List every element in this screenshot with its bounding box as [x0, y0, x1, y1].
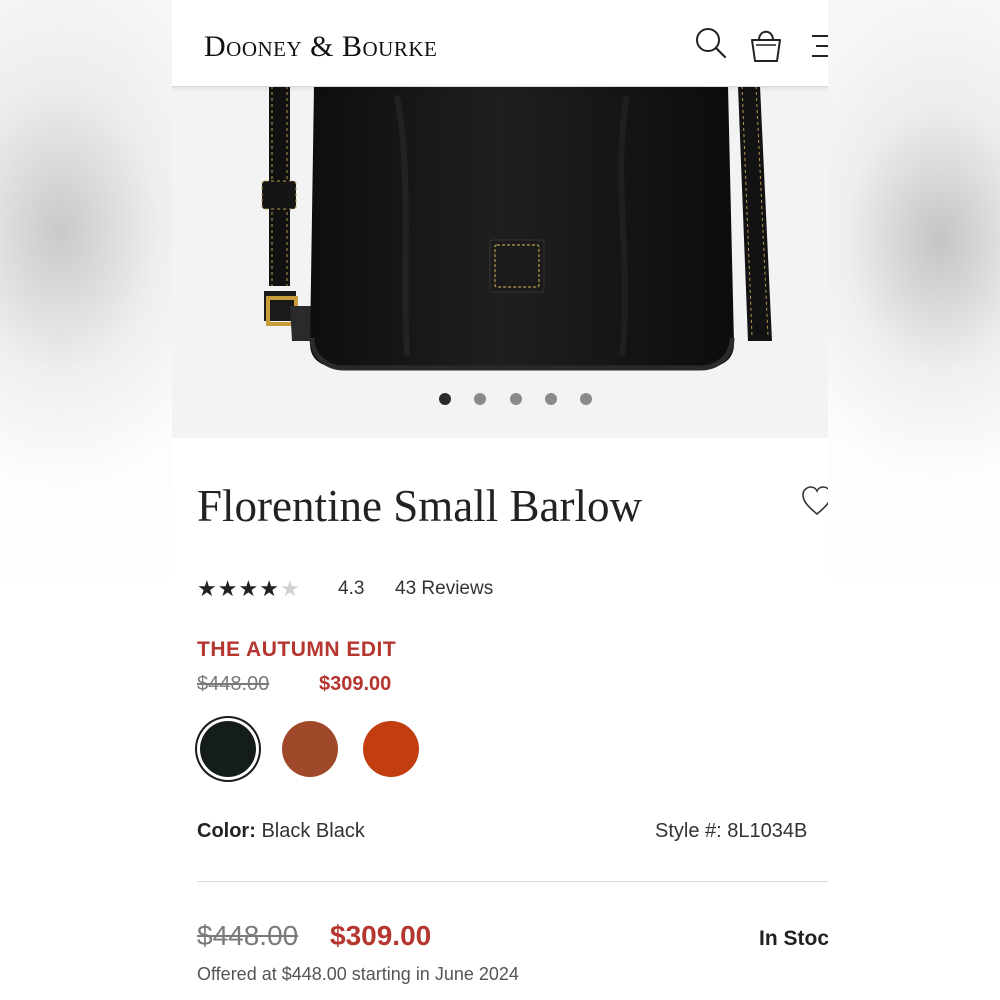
- sale-price-large: $309.00: [330, 920, 432, 951]
- star-filled-icon: ★: [217, 576, 239, 601]
- star-filled-icon: ★: [238, 576, 260, 601]
- carousel-dot[interactable]: [545, 393, 557, 405]
- style-label: Style #:: [655, 820, 722, 842]
- product-image-carousel[interactable]: [172, 86, 828, 438]
- rating-value: 4.3: [338, 578, 365, 599]
- brand-logo[interactable]: Dooney & Bourke: [204, 30, 437, 64]
- menu-icon[interactable]: [812, 34, 828, 58]
- promo-label: THE AUTUMN EDIT: [197, 638, 397, 661]
- carousel-dot[interactable]: [510, 393, 522, 405]
- carousel-dots: [172, 393, 828, 407]
- stock-status: In Stoc: [759, 927, 828, 950]
- heart-icon[interactable]: [802, 486, 828, 518]
- star-rating: ★★★★★: [197, 576, 301, 602]
- style-value: 8L1034B: [727, 820, 808, 842]
- selected-color: Color: Black Black: [197, 820, 365, 843]
- site-header: Dooney & Bourke: [172, 0, 828, 87]
- search-icon[interactable]: [694, 26, 728, 60]
- product-page: Dooney & Bourke Florentine Small Barlow …: [172, 0, 828, 1000]
- carousel-dot[interactable]: [474, 393, 486, 405]
- color-swatch-orange[interactable]: [363, 721, 419, 777]
- color-swatch-black[interactable]: [200, 721, 256, 777]
- carousel-dot[interactable]: [439, 393, 451, 405]
- shopping-bag-icon[interactable]: [748, 24, 784, 64]
- star-empty-icon: ★: [279, 576, 301, 601]
- original-price-large: $448.00: [197, 920, 299, 951]
- product-image: [261, 86, 772, 371]
- carousel-dot[interactable]: [580, 393, 592, 405]
- color-value: Black Black: [261, 820, 365, 842]
- original-price: $448.00: [197, 673, 270, 695]
- product-title: Florentine Small Barlow: [197, 481, 642, 531]
- divider: [197, 881, 828, 882]
- reviews-link[interactable]: 43 Reviews: [395, 578, 493, 600]
- style-number: Style #: 8L1034B: [655, 820, 807, 843]
- color-swatch-brown[interactable]: [282, 721, 338, 777]
- sale-price: $309.00: [319, 673, 392, 695]
- star-filled-icon: ★: [259, 576, 280, 601]
- star-filled-icon: ★: [197, 576, 218, 601]
- color-label: Color:: [197, 820, 256, 842]
- offered-note: Offered at $448.00 starting in June 2024: [197, 964, 519, 984]
